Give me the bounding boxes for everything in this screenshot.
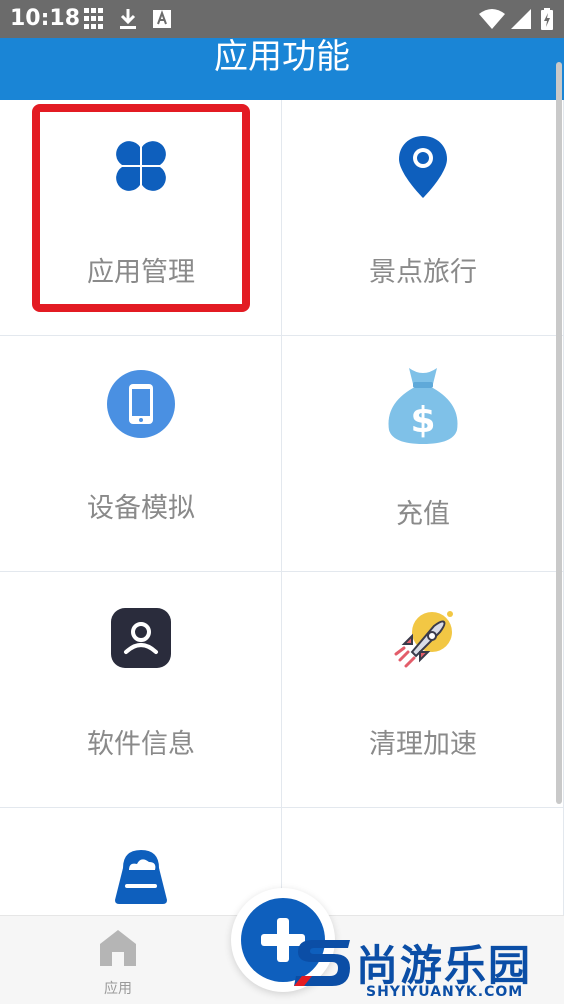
app-header: 应用功能 bbox=[0, 38, 564, 100]
apps-grid-icon bbox=[84, 8, 104, 30]
money-bag-icon: $ bbox=[388, 368, 458, 444]
feature-grid: 应用管理 景点旅行 设备模拟 $ 充值 软件信息 清理加速 bbox=[0, 100, 564, 915]
a-notification-icon bbox=[153, 10, 171, 28]
grid-item-software-info[interactable]: 软件信息 bbox=[0, 572, 282, 808]
download-icon bbox=[120, 9, 136, 29]
wifi-icon bbox=[479, 9, 505, 29]
grid-item-cloud-storage[interactable] bbox=[0, 808, 282, 915]
scrollbar[interactable] bbox=[556, 62, 562, 804]
clover-icon bbox=[116, 141, 166, 191]
grid-item-label: 软件信息 bbox=[87, 729, 195, 760]
home-icon[interactable] bbox=[96, 926, 140, 970]
grid-item-label: 清理加速 bbox=[369, 729, 477, 760]
rocket-icon bbox=[394, 611, 453, 668]
user-icon bbox=[111, 608, 171, 668]
signal-icon bbox=[511, 9, 531, 29]
grid-item-label: 设备模拟 bbox=[87, 493, 195, 524]
grid-item-app-management[interactable]: 应用管理 bbox=[0, 100, 282, 336]
grid-item-device-simulation[interactable]: 设备模拟 bbox=[0, 336, 282, 572]
nav-label-home[interactable]: 应用 bbox=[90, 978, 146, 998]
svg-text:$: $ bbox=[410, 400, 435, 441]
watermark-subtext: SHYIYUANYK.COM bbox=[366, 984, 524, 1000]
phone-icon bbox=[107, 370, 175, 438]
location-pin-icon bbox=[399, 136, 447, 198]
status-bar: 10:18 bbox=[0, 0, 564, 38]
battery-icon bbox=[541, 8, 553, 30]
status-time: 10:18 bbox=[10, 6, 81, 31]
watermark-logo-icon bbox=[294, 940, 350, 986]
grid-item-cleanup-boost[interactable]: 清理加速 bbox=[282, 572, 564, 808]
grid-item-label: 应用管理 bbox=[87, 257, 195, 288]
cloud-storage-icon bbox=[115, 850, 167, 904]
grid-item-label: 景点旅行 bbox=[369, 257, 477, 288]
grid-item-label: 充值 bbox=[396, 499, 450, 530]
page-title: 应用功能 bbox=[214, 37, 350, 77]
grid-item-recharge[interactable]: $ 充值 bbox=[282, 336, 564, 572]
grid-item-travel[interactable]: 景点旅行 bbox=[282, 100, 564, 336]
